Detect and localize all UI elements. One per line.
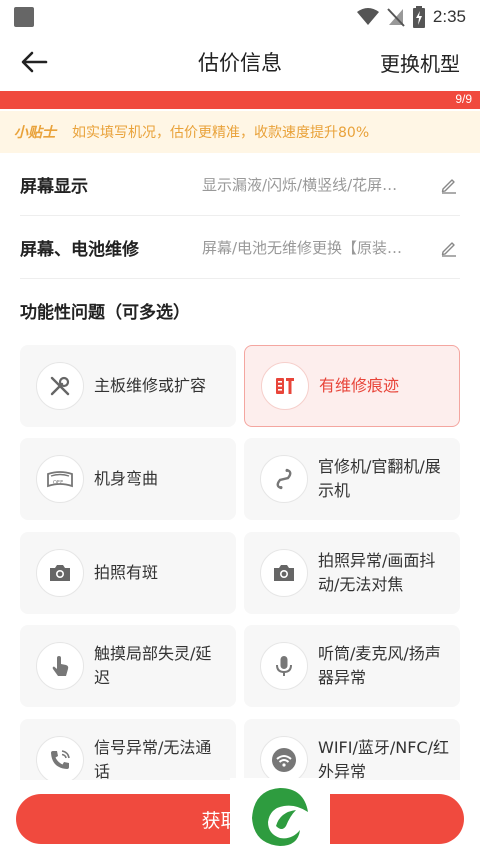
functional-section-title: 功能性问题（可多选） [20,303,190,323]
bent-phone-icon: OEE [47,471,73,488]
functional-options-grid: 主板维修或扩容 有维修痕迹 OEE 机身弯曲 官修机/官翻机/展示机 拍照有斑 … [20,345,460,780]
option-label: 拍照异常/画面抖动/无法对焦 [318,551,436,594]
row-label: 屏幕、电池维修 [20,240,139,260]
battery-charging-icon [412,6,425,28]
camera-icon [274,565,294,581]
row-value: 显示漏液/闪烁/横竖线/花屏… [202,176,398,194]
option-touch-failure[interactable]: 触摸局部失灵/延迟 [20,625,236,707]
status-bar: 2:35 [0,0,480,34]
status-time: 2:35 [432,7,466,26]
wrench-screwdriver-icon [50,376,70,396]
edit-icon[interactable] [440,239,458,257]
option-label: 官修机/官翻机/展示机 [318,457,441,500]
phone-call-icon [51,750,70,769]
row-screen-display[interactable]: 屏幕显示 显示漏液/闪烁/横竖线/花屏… [20,154,460,216]
option-label: 拍照有斑 [94,563,159,582]
option-label: 信号异常/无法通话 [94,738,212,780]
option-mainboard-repair[interactable]: 主板维修或扩容 [20,345,236,427]
progress-text: 9/9 [455,92,472,106]
watermark-logo [230,778,330,853]
option-camera-abnormal[interactable]: 拍照异常/画面抖动/无法对焦 [244,532,460,614]
option-label: 主板维修或扩容 [94,376,207,395]
wifi-status-icon [356,8,379,25]
row-label: 屏幕显示 [20,177,88,197]
change-model-button[interactable]: 更换机型 [380,48,460,77]
repair-trace-icon [276,378,294,394]
option-label: WIFI/蓝牙/NFC/红外异常 [318,738,449,780]
option-label: 机身弯曲 [94,469,159,488]
tip-banner: 小贴士 如实填写机况，估价更精准，收款速度提升80% [0,111,480,153]
back-arrow-icon[interactable] [20,50,48,74]
option-wireless-abnormal[interactable]: WIFI/蓝牙/NFC/红外异常 [244,719,460,780]
option-label: 触摸局部失灵/延迟 [94,644,212,687]
wifi-icon [272,748,296,772]
option-label: 有维修痕迹 [319,376,400,395]
row-value: 屏幕/电池无维修更换【原装… [202,239,403,257]
notification-icon [14,7,34,27]
tip-label: 小贴士 [14,125,56,141]
row-screen-battery-repair[interactable]: 屏幕、电池维修 屏幕/电池无维修更换【原装… [20,217,460,279]
tip-text: 如实填写机况，估价更精准，收款速度提升80% [72,125,370,141]
option-camera-spots[interactable]: 拍照有斑 [20,532,236,614]
option-bent-body[interactable]: OEE 机身弯曲 [20,438,236,520]
option-signal-abnormal[interactable]: 信号异常/无法通话 [20,719,236,780]
no-signal-icon [387,8,405,27]
microphone-icon [276,656,292,676]
leaf-logo-icon [252,787,308,846]
option-label: 听筒/麦克风/扬声器异常 [318,644,441,687]
progress-fill [0,91,480,109]
camera-icon [50,565,70,581]
option-repair-trace[interactable]: 有维修痕迹 [244,345,460,427]
option-audio-abnormal[interactable]: 听筒/麦克风/扬声器异常 [244,625,460,707]
header: 估价信息 更换机型 [0,34,480,90]
edit-icon[interactable] [440,176,458,194]
option-official-refurbished[interactable]: 官修机/官翻机/展示机 [244,438,460,520]
link-icon [276,468,292,490]
touch-hand-icon [52,656,69,676]
progress-bar: 9/9 [0,91,480,109]
svg-text:OEE: OEE [53,480,63,486]
